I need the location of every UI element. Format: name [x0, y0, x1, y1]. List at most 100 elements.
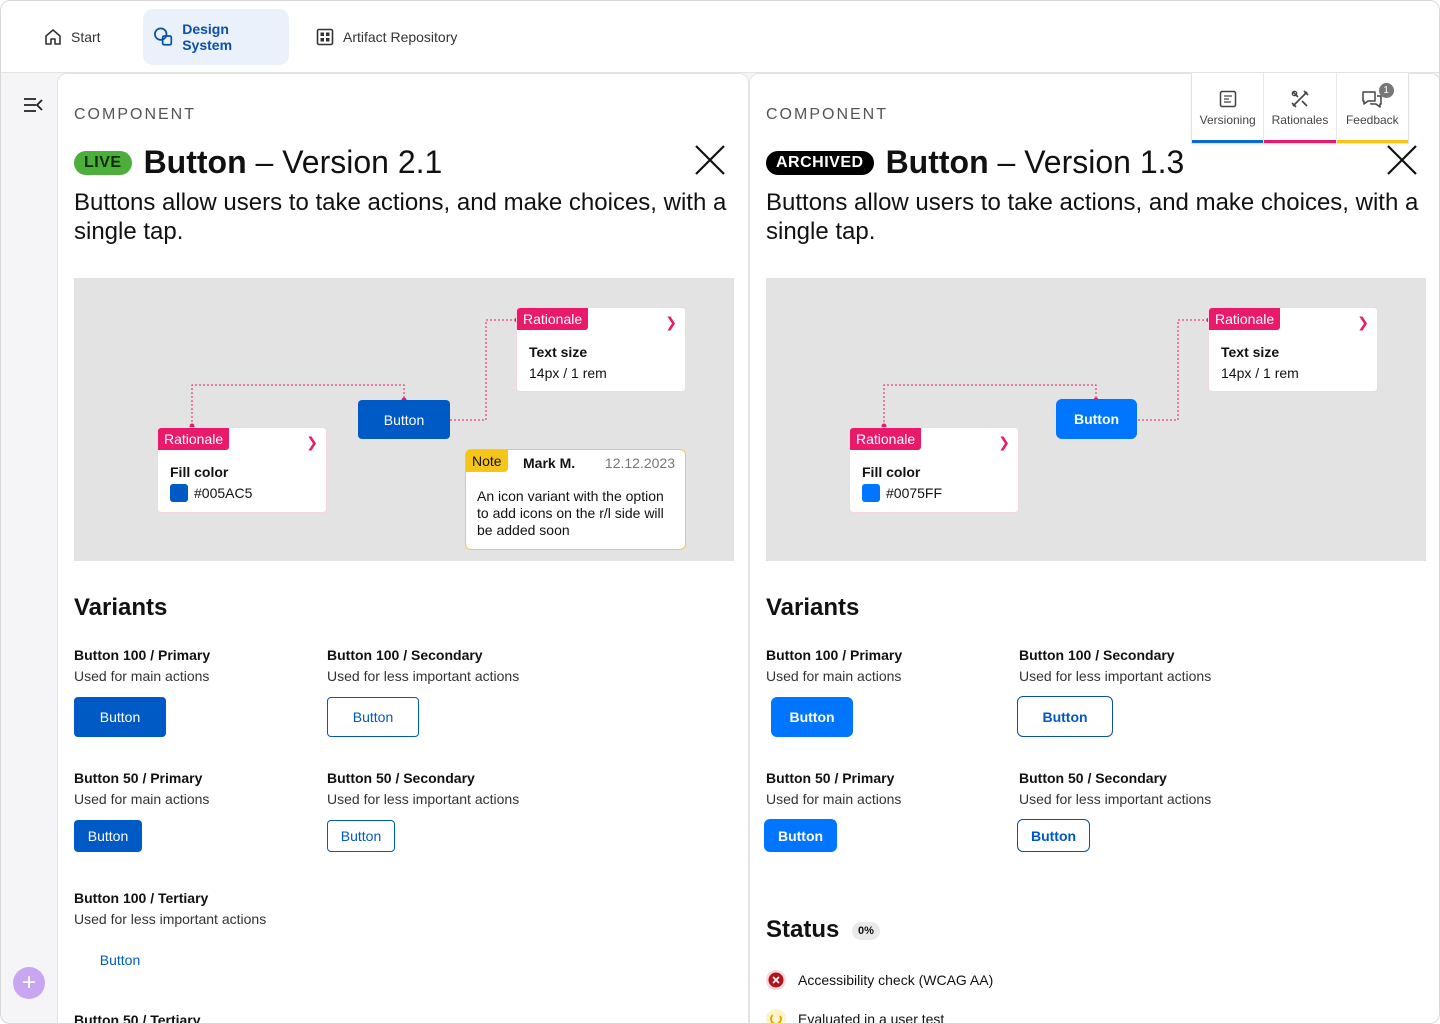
secondary-50-button[interactable]: Button	[327, 820, 395, 852]
status-item-user-test: Evaluated in a user test	[766, 1009, 945, 1024]
variant-name: Button 50 / Primary	[74, 770, 203, 786]
page-title: Button – Version 1.3	[886, 144, 1185, 181]
top-nav: Start Design System Artifact Repository	[1, 1, 1439, 73]
rationale-card-fill-color[interactable]: Rationale ❯ Fill color #0075FF	[849, 427, 1019, 513]
grid-icon	[316, 28, 334, 46]
versioning-button[interactable]: Versioning	[1192, 73, 1265, 143]
rationale-tag: Rationale	[1209, 308, 1281, 330]
add-button[interactable]: +	[13, 967, 45, 999]
page-title: Button – Version 2.1	[144, 144, 443, 181]
primary-50-button[interactable]: Button	[764, 819, 837, 852]
rationale-tag: Rationale	[158, 428, 230, 450]
tab-design-system-label: Design System	[182, 21, 233, 53]
tertiary-100-button[interactable]: Button	[74, 940, 166, 980]
close-icon[interactable]	[1386, 144, 1418, 176]
note-author: Mark M.	[523, 455, 576, 471]
color-swatch	[862, 484, 880, 502]
text-size-label: Text size	[1221, 344, 1280, 360]
variant-description: Used for less important actions	[74, 911, 267, 927]
title-version: – Version 2.1	[246, 144, 443, 180]
primary-100-button[interactable]: Button	[771, 697, 853, 737]
rationales-button[interactable]: Rationales	[1264, 73, 1337, 143]
secondary-100-button[interactable]: Button	[1017, 696, 1113, 737]
rationale-canvas: Rationale ❯ Text size 14px / 1 rem Butto…	[766, 278, 1426, 561]
secondary-100-button[interactable]: Button	[327, 697, 419, 737]
rationales-indicator	[1264, 140, 1336, 143]
title-name: Button	[885, 144, 989, 180]
title-version: – Version 1.3	[988, 144, 1185, 180]
demo-button[interactable]: Button	[358, 400, 450, 439]
variant-name: Button 100 / Primary	[766, 647, 903, 663]
variant-description: Used for main actions	[766, 791, 902, 807]
variant-name: Button 100 / Secondary	[1019, 647, 1175, 663]
note-text: An icon variant with the option to add i…	[477, 488, 664, 538]
status-item-accessibility: Accessibility check (WCAG AA)	[766, 970, 993, 990]
note-tag: Note	[466, 450, 508, 472]
title-row: ARCHIVED Button – Version 1.3	[766, 144, 1184, 181]
variant-name: Button 100 / Tertiary	[74, 890, 209, 906]
variant-name: Button 100 / Secondary	[327, 647, 483, 663]
primary-100-button[interactable]: Button	[74, 697, 166, 737]
variant-description: Used for less important actions	[1019, 668, 1212, 684]
app-window: Start Design System Artifact Repository …	[0, 0, 1440, 1024]
feedback-button[interactable]: 1 Feedback	[1336, 73, 1408, 143]
primary-50-button[interactable]: Button	[74, 820, 142, 852]
feedback-count-badge: 1	[1378, 83, 1394, 98]
variant-description: Used for less important actions	[327, 668, 520, 684]
variant-description: Used for main actions	[74, 668, 210, 684]
eyebrow-label: COMPONENT	[766, 106, 888, 123]
feedback-indicator	[1336, 140, 1408, 143]
component-description: Buttons allow users to take actions, and…	[74, 189, 727, 245]
variant-name: Button 100 / Primary	[74, 647, 211, 663]
eyebrow-label: COMPONENT	[74, 106, 196, 123]
status-percent-badge: 0%	[852, 922, 880, 940]
rationale-canvas: Rationale ❯ Text size 14px / 1 rem Butto…	[74, 278, 734, 561]
component-panel-live: COMPONENT LIVE Button – Version 2.1 Butt…	[57, 73, 749, 1024]
close-icon[interactable]	[694, 144, 726, 176]
tab-artifact-repository[interactable]: Artifact Repository	[305, 9, 467, 65]
variant-description: Used for main actions	[766, 668, 902, 684]
status-badge: ARCHIVED	[766, 150, 874, 175]
variant-description: Used for less important actions	[327, 791, 520, 807]
secondary-50-button[interactable]: Button	[1017, 819, 1090, 852]
title-name: Button	[143, 144, 247, 180]
tab-start[interactable]: Start	[33, 9, 111, 65]
chevron-right-icon: ❯	[665, 314, 677, 330]
fill-color-hex: #0075FF	[886, 485, 943, 501]
shapes-icon	[154, 27, 173, 46]
status-item-label: Evaluated in a user test	[798, 1011, 945, 1024]
rationale-card-fill-color[interactable]: Rationale ❯ Fill color #005AC5	[157, 427, 327, 513]
chevron-right-icon: ❯	[1357, 314, 1369, 330]
rationale-card-text-size[interactable]: Rationale ❯ Text size 14px / 1 rem	[1208, 307, 1378, 392]
variant-name: Button 50 / Tertiary	[74, 1012, 201, 1024]
fill-color-label: Fill color	[170, 464, 229, 480]
variant-name: Button 50 / Secondary	[327, 770, 475, 786]
review-toolbar: Versioning Rationales 1 Feedback	[1191, 73, 1409, 144]
fill-color-hex: #005AC5	[194, 485, 253, 501]
fill-color-label: Fill color	[862, 464, 921, 480]
variants-heading: Variants	[766, 594, 860, 621]
fill-color-value: #005AC5	[170, 484, 252, 502]
variant-description: Used for main actions	[74, 791, 210, 807]
rationale-card-text-size[interactable]: Rationale ❯ Text size 14px / 1 rem	[516, 307, 686, 392]
variant-name: Button 50 / Secondary	[1019, 770, 1167, 786]
note-card[interactable]: Note Mark M. 12.12.2023 An icon variant …	[465, 449, 686, 550]
pending-icon	[766, 1009, 786, 1023]
component-description: Buttons allow users to take actions, and…	[766, 189, 1419, 245]
status-badge: LIVE	[74, 150, 132, 175]
demo-button[interactable]: Button	[1056, 399, 1137, 439]
document-icon	[1219, 90, 1236, 108]
versioning-label: Versioning	[1199, 113, 1256, 127]
chevron-right-icon: ❯	[998, 434, 1010, 450]
tools-icon	[1291, 90, 1309, 108]
chevron-right-icon: ❯	[306, 434, 318, 450]
failed-icon	[766, 970, 786, 990]
title-row: LIVE Button – Version 2.1	[74, 144, 442, 181]
home-icon	[45, 29, 61, 45]
tab-design-system[interactable]: Design System	[143, 9, 289, 65]
collapse-menu-icon[interactable]	[23, 97, 43, 113]
variant-name: Button 50 / Primary	[766, 770, 895, 786]
note-date: 12.12.2023	[604, 455, 675, 471]
text-size-value: 14px / 1 rem	[1221, 365, 1299, 381]
status-heading: Status	[766, 916, 840, 943]
